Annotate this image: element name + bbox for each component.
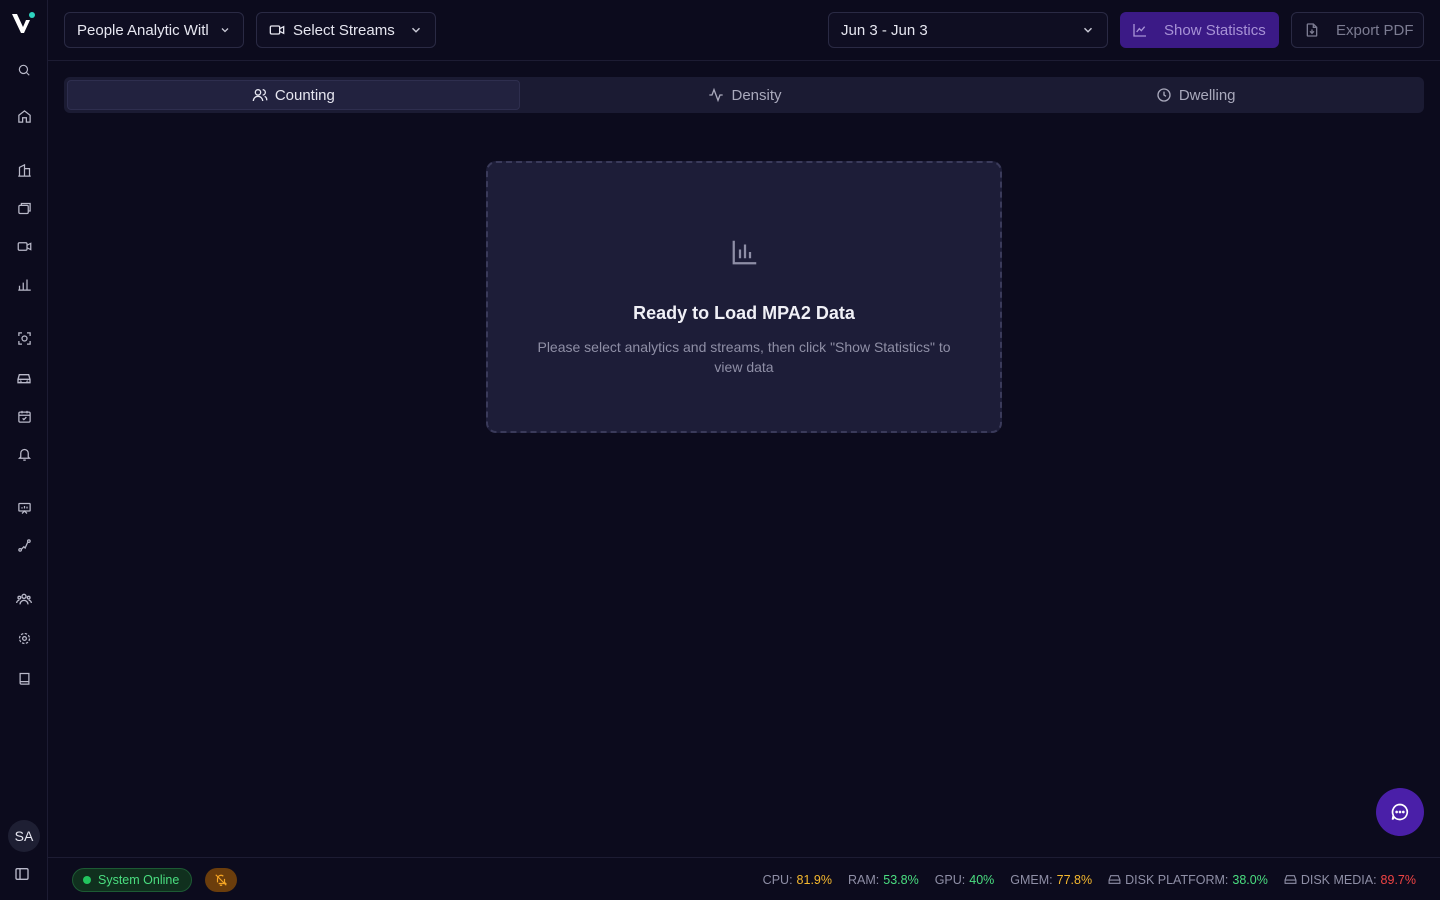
- home-icon[interactable]: [14, 106, 34, 126]
- chat-icon: [1390, 802, 1410, 822]
- metric-disk-platform: DISK PLATFORM: 38.0%: [1108, 873, 1268, 887]
- tab-label: Dwelling: [1178, 86, 1236, 104]
- tab-counting[interactable]: Counting: [67, 80, 520, 110]
- export-pdf-button[interactable]: Export PDF: [1291, 12, 1424, 48]
- video-icon: [269, 22, 285, 38]
- status-text: System Online: [98, 873, 180, 887]
- search-icon[interactable]: [14, 60, 34, 80]
- building-icon[interactable]: [14, 160, 34, 180]
- car-icon[interactable]: [14, 368, 34, 388]
- analytic-select-label: People Analytic Witl: [77, 21, 209, 39]
- sidebar-toggle-icon[interactable]: [14, 866, 30, 882]
- hard-drive-icon: [1108, 873, 1121, 886]
- metric-label: GMEM:: [1010, 872, 1053, 887]
- chevron-down-icon: [219, 24, 231, 36]
- system-metrics: CPU: 81.9% RAM: 53.8% GPU: 40% GMEM: 77.…: [763, 858, 1416, 900]
- avatar[interactable]: SA: [8, 820, 40, 852]
- chat-button[interactable]: [1376, 788, 1424, 836]
- empty-state-description: Please select analytics and streams, the…: [537, 339, 951, 375]
- sidebar: SA: [0, 0, 48, 900]
- empty-state-card: Ready to Load MPA2 Data Please select an…: [486, 161, 1002, 433]
- calendar-check-icon[interactable]: [14, 406, 34, 426]
- metric-label: GPU:: [934, 872, 966, 887]
- bar-chart-icon: [730, 237, 760, 267]
- metric-cpu: CPU: 81.9%: [763, 873, 832, 887]
- show-statistics-button[interactable]: Show Statistics: [1120, 12, 1279, 48]
- scan-icon[interactable]: [14, 328, 34, 348]
- team-icon[interactable]: [14, 589, 34, 609]
- top-toolbar: People Analytic Witl Select Streams Jun …: [48, 0, 1440, 61]
- users-icon: [252, 87, 268, 103]
- metric-value: 40%: [969, 872, 995, 887]
- presentation-icon[interactable]: [14, 498, 34, 518]
- metric-value: 77.8%: [1056, 872, 1093, 887]
- app-logo[interactable]: [11, 10, 37, 36]
- metric-ram: RAM: 53.8%: [848, 873, 919, 887]
- metric-value: 81.9%: [796, 872, 832, 887]
- tab-label: Counting: [274, 86, 335, 104]
- settings-icon[interactable]: [14, 628, 34, 648]
- date-range-label: Jun 3 - Jun 3: [841, 21, 928, 39]
- route-icon[interactable]: [14, 535, 34, 555]
- book-icon[interactable]: [14, 668, 34, 688]
- metric-label: DISK MEDIA:: [1300, 872, 1377, 887]
- status-bar: System Online CPU: 81.9% RAM: 53.8% GPU:…: [48, 857, 1440, 900]
- metric-label: CPU:: [762, 872, 793, 887]
- empty-state-title: Ready to Load MPA2 Data: [633, 303, 855, 323]
- metric-value: 38.0%: [1232, 872, 1268, 887]
- video-icon[interactable]: [14, 236, 34, 256]
- status-badge: System Online: [72, 868, 193, 892]
- activity-icon: [708, 87, 724, 103]
- analytics-tabs: Counting Density Dwelling: [64, 77, 1424, 113]
- streams-select[interactable]: Select Streams: [256, 12, 436, 48]
- bell-icon[interactable]: [14, 444, 34, 464]
- line-chart-icon: [1132, 22, 1148, 38]
- metric-label: DISK PLATFORM:: [1125, 872, 1229, 887]
- tab-label: Density: [731, 86, 782, 104]
- metric-value: 89.7%: [1380, 872, 1416, 887]
- file-download-icon: [1304, 22, 1320, 38]
- tab-dwelling[interactable]: Dwelling: [970, 80, 1421, 110]
- metric-disk-media: DISK MEDIA: 89.7%: [1284, 873, 1416, 887]
- bell-off-icon[interactable]: [205, 868, 237, 892]
- clock-icon: [1156, 87, 1172, 103]
- layers-icon[interactable]: [14, 198, 34, 218]
- tab-density[interactable]: Density: [520, 80, 971, 110]
- hard-drive-icon: [1284, 873, 1297, 886]
- export-pdf-label: Export PDF: [1336, 21, 1414, 39]
- chevron-down-icon: [1081, 23, 1095, 37]
- date-range-picker[interactable]: Jun 3 - Jun 3: [828, 12, 1108, 48]
- metric-gmem: GMEM: 77.8%: [1010, 873, 1092, 887]
- show-statistics-label: Show Statistics: [1164, 21, 1266, 39]
- status-dot: [83, 876, 91, 884]
- metric-gpu: GPU: 40%: [935, 873, 995, 887]
- chart-icon[interactable]: [14, 274, 34, 294]
- metric-label: RAM:: [848, 872, 880, 887]
- metric-value: 53.8%: [883, 872, 919, 887]
- streams-select-label: Select Streams: [293, 21, 395, 39]
- chevron-down-icon: [409, 23, 423, 37]
- analytic-select[interactable]: People Analytic Witl: [64, 12, 244, 48]
